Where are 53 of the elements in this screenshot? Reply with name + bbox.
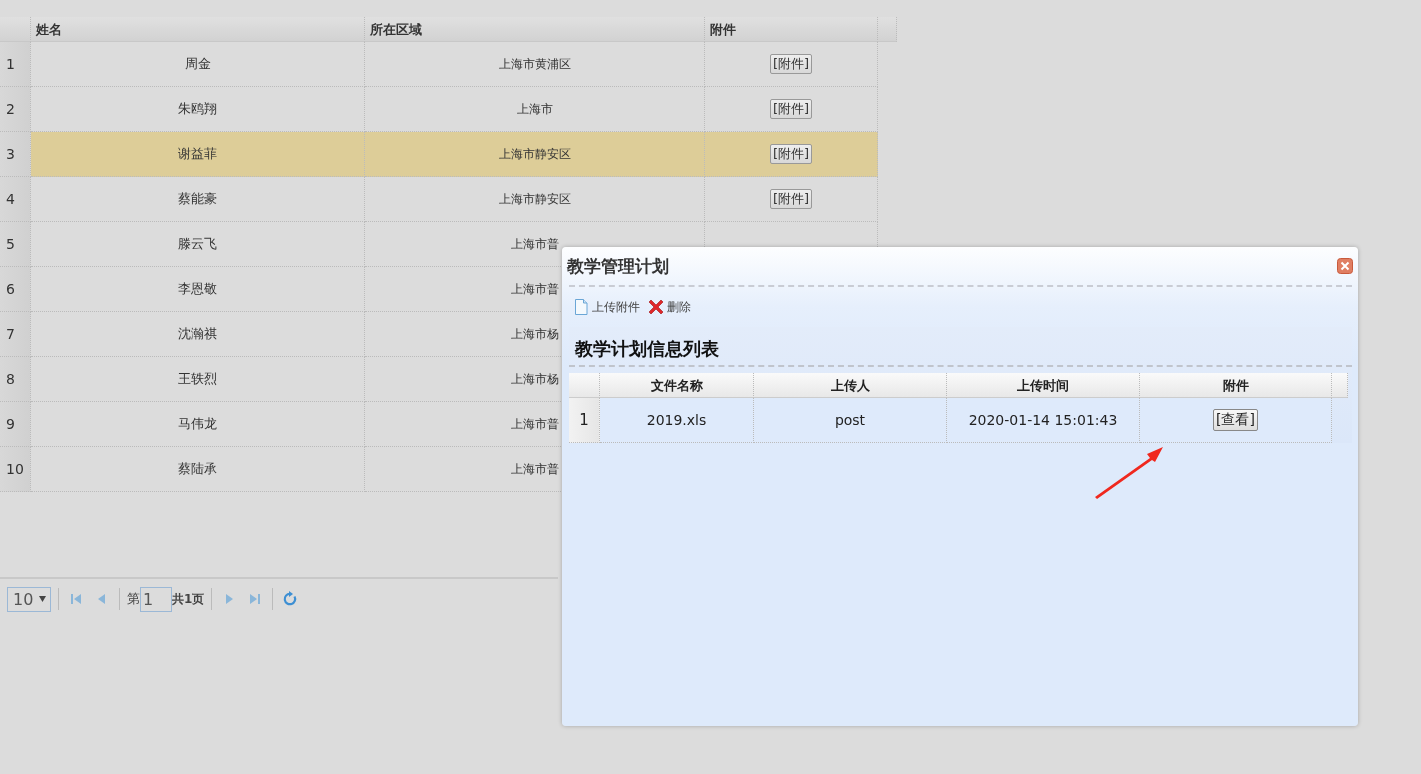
column-header[interactable]: 所在区域 — [365, 17, 705, 42]
row-number: 8 — [0, 357, 31, 402]
row-number: 2 — [0, 87, 31, 132]
header-corner — [569, 373, 600, 398]
row-number: 4 — [0, 177, 31, 222]
region-cell: 上海市静安区 — [365, 177, 705, 222]
column-header[interactable]: 上传时间 — [947, 373, 1140, 398]
attachment-button[interactable]: [附件] — [769, 144, 813, 164]
attachment-button[interactable]: [附件] — [769, 189, 813, 209]
name-cell: 王轶烈 — [31, 357, 365, 402]
region-cell: 上海市黄浦区 — [365, 42, 705, 87]
page-size-select[interactable]: 10 — [7, 586, 51, 612]
panel-title: 教学计划信息列表 — [569, 327, 1352, 367]
row-number: 6 — [0, 267, 31, 312]
document-icon — [573, 299, 589, 315]
header-spacer — [878, 17, 897, 42]
table-cell: 2020-01-14 15:01:43 — [947, 398, 1140, 443]
row-number: 10 — [0, 447, 31, 492]
region-cell: 上海市静安区 — [365, 132, 705, 177]
name-cell: 沈瀚祺 — [31, 312, 365, 357]
name-cell: 谢益菲 — [31, 132, 365, 177]
header-spacer — [1332, 373, 1348, 398]
page-total: 共1页 — [172, 590, 205, 608]
name-cell: 周金 — [31, 42, 365, 87]
column-header[interactable]: 文件名称 — [600, 373, 754, 398]
view-button[interactable]: [查看] — [1213, 409, 1258, 431]
name-cell: 蔡能豪 — [31, 177, 365, 222]
column-header[interactable]: 附件 — [1140, 373, 1332, 398]
name-cell: 蔡陆承 — [31, 447, 365, 492]
name-cell: 滕云飞 — [31, 222, 365, 267]
name-cell: 马伟龙 — [31, 402, 365, 447]
name-cell: 李恩敬 — [31, 267, 365, 312]
page-number-field[interactable]: 1 — [140, 586, 172, 612]
page-label: 第 — [127, 590, 140, 608]
header-corner — [0, 17, 31, 42]
attachment-button[interactable]: [附件] — [769, 99, 813, 119]
row-number: 5 — [0, 222, 31, 267]
caret-icon — [39, 596, 46, 602]
delete-icon — [648, 299, 664, 315]
table-cell: post — [754, 398, 947, 443]
attachment-button[interactable]: [附件] — [769, 54, 813, 74]
row-number: 3 — [0, 132, 31, 177]
row-number: 1 — [0, 42, 31, 87]
close-icon[interactable] — [1337, 258, 1353, 274]
row-number: 7 — [0, 312, 31, 357]
column-header[interactable]: 上传人 — [754, 373, 947, 398]
name-cell: 朱鸥翔 — [31, 87, 365, 132]
row-number: 1 — [569, 398, 600, 443]
row-number: 9 — [0, 402, 31, 447]
column-header[interactable]: 附件 — [705, 17, 878, 42]
table-cell: 2019.xls — [600, 398, 754, 443]
region-cell: 上海市 — [365, 87, 705, 132]
column-header[interactable]: 姓名 — [31, 17, 365, 42]
